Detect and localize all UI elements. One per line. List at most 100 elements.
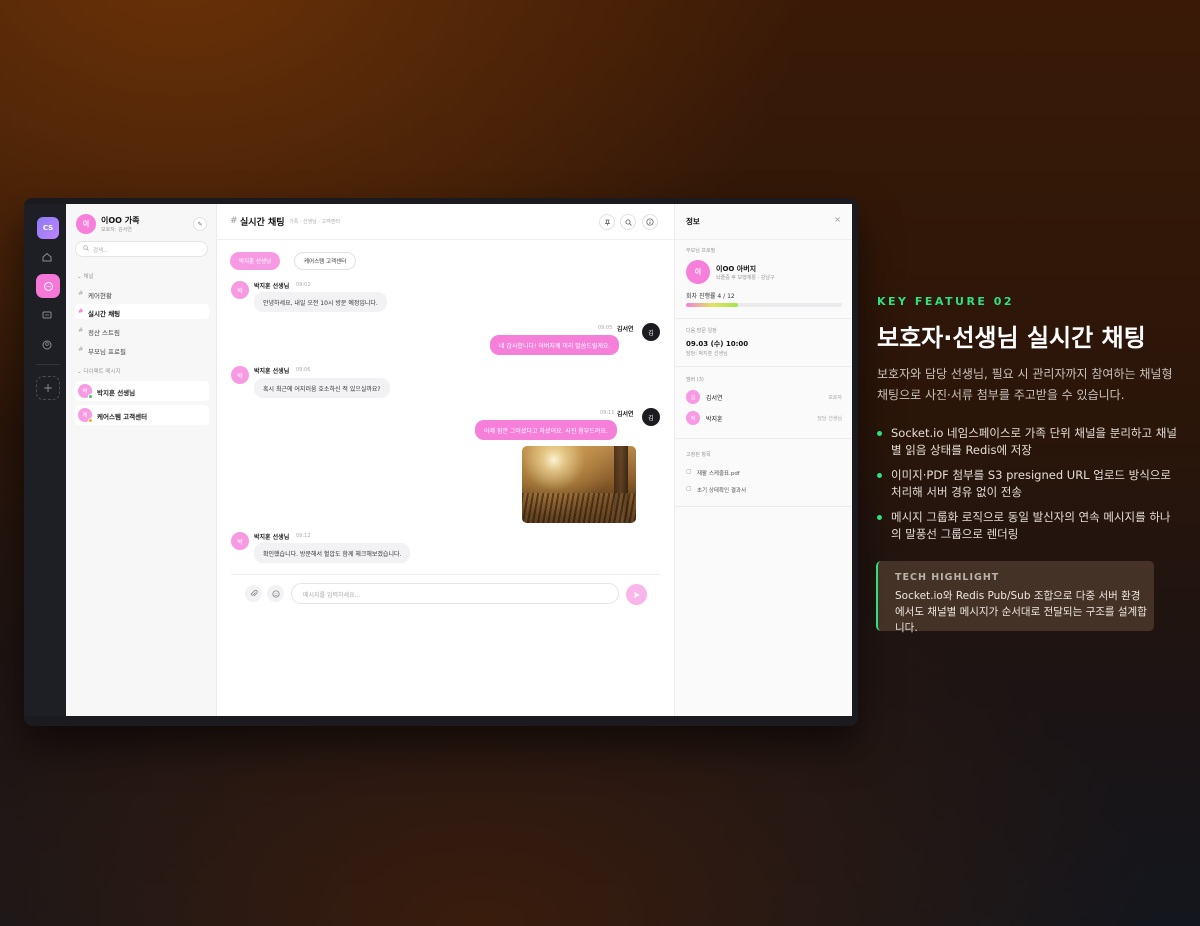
close-icon[interactable]: × bbox=[834, 215, 841, 224]
avatar[interactable]: 박 bbox=[231, 532, 249, 550]
add-workspace-button[interactable]: + bbox=[36, 376, 60, 400]
tech-highlight: TECH HIGHLIGHT Socket.io와 Redis Pub/Sub … bbox=[876, 561, 1154, 634]
info-panel: 정보 × 부모님 프로필 이 이OO 아버지 뇌졸중 후 보행재활 · 강남구 … bbox=[674, 204, 852, 716]
app-rail: CS + bbox=[24, 204, 66, 716]
avatar[interactable]: 김 bbox=[642, 408, 660, 426]
member-row[interactable]: 박 박지훈 담당 선생님 bbox=[686, 410, 842, 426]
files-label: 고정된 항목 bbox=[686, 452, 711, 458]
workspace-name: 이OO 가족 bbox=[101, 216, 140, 225]
member-name: 김서연 bbox=[706, 395, 723, 402]
breadcrumb: 가족 · 선생님 · 고객센터 bbox=[289, 219, 340, 225]
file-name: 재활 스케줄표.pdf bbox=[697, 471, 740, 477]
avatar: 김 bbox=[686, 390, 700, 404]
dm-label-text: 박지훈 선생님 bbox=[97, 389, 136, 397]
parent-avatar: 이 bbox=[686, 260, 710, 284]
message-bubble[interactable]: 네 감사합니다! 아버지께 미리 말씀드릴게요. bbox=[490, 335, 620, 355]
visit-datetime: 09.03 (수) 10:00 bbox=[686, 340, 749, 348]
pin-icon[interactable] bbox=[599, 214, 615, 230]
photo-grass bbox=[522, 493, 636, 523]
profile-icon[interactable] bbox=[40, 338, 54, 352]
dm-item-teacher[interactable]: 박 박지훈 선생님 bbox=[75, 381, 209, 401]
message-input[interactable]: 메시지를 입력하세요... bbox=[291, 583, 619, 604]
progress-fill bbox=[686, 303, 738, 307]
bullet-dot bbox=[877, 515, 882, 520]
sidebar-item-label: 케어현황 bbox=[88, 292, 112, 300]
home-icon[interactable] bbox=[40, 250, 54, 264]
message-time: 09:02 bbox=[296, 282, 311, 288]
info-icon[interactable] bbox=[642, 214, 658, 230]
app-logo[interactable]: CS bbox=[37, 217, 59, 239]
dm-label[interactable]: ⌄ 다이렉트 메시지 bbox=[77, 367, 121, 375]
feature-bullets: Socket.io 네임스페이스로 가족 단위 채널을 분리하고 채널별 읽음 … bbox=[877, 425, 1177, 551]
bullet-text: 이미지·PDF 첨부를 S3 presigned URL 업로드 방식으로 처리… bbox=[891, 468, 1171, 499]
pinned-file[interactable]: ▢ 초기 상태확인 결과서 bbox=[686, 484, 842, 496]
emoji-icon[interactable] bbox=[267, 585, 284, 602]
channels-label[interactable]: ⌄ 채널 bbox=[77, 272, 93, 280]
feature-description: 보호자와 담당 선생님, 필요 시 관리자까지 참여하는 채널형 채팅으로 사진… bbox=[877, 367, 1173, 402]
hash-icon: # bbox=[230, 216, 238, 226]
sidebar: 이 이OO 가족 보호자: 김서연 ✎ 검색... ⌄ 채널 # 케어현황 # 실시… bbox=[66, 204, 217, 716]
file-icon: ▢ bbox=[686, 485, 692, 492]
list-icon[interactable] bbox=[40, 308, 54, 322]
search-input[interactable]: 검색... bbox=[75, 241, 208, 257]
avatar[interactable]: 박 bbox=[231, 281, 249, 299]
message-placeholder: 메시지를 입력하세요... bbox=[303, 592, 361, 599]
photo-attachment[interactable] bbox=[522, 446, 636, 523]
bullet-text: Socket.io 네임스페이스로 가족 단위 채널을 분리하고 채널별 읽음 … bbox=[891, 426, 1177, 457]
message-time: 09:06 bbox=[296, 367, 311, 373]
search-icon bbox=[83, 245, 89, 253]
sidebar-item-parent-profile[interactable]: # 부모님 프로필 bbox=[75, 342, 209, 357]
parent-name: 이OO 아버지 bbox=[716, 265, 757, 273]
avatar: 박 bbox=[686, 411, 700, 425]
info-title: 정보 bbox=[686, 217, 700, 226]
participant-chip-support[interactable]: 케어스템 고객센터 bbox=[294, 252, 357, 270]
message-time: 09:11 bbox=[600, 410, 615, 416]
message-bubble[interactable]: 혹시 최근에 어지러움 호소하신 적 있으실까요? bbox=[254, 378, 390, 398]
message-sender: 김서연 bbox=[617, 326, 634, 333]
message-bubble[interactable]: 확인했습니다. 방문해서 혈압도 함께 체크해보겠습니다. bbox=[254, 543, 411, 563]
tech-label: TECH HIGHLIGHT bbox=[895, 572, 1000, 583]
sidebar-item-label: 실시간 채팅 bbox=[88, 310, 121, 318]
send-button[interactable] bbox=[626, 584, 647, 605]
feature-bullet: 메시지 그룹화 로직으로 동일 발신자의 연속 메시지를 하나의 말풍선 그룹으… bbox=[877, 509, 1177, 543]
members-label: 멤버 (3) bbox=[686, 377, 704, 383]
rail-divider bbox=[36, 364, 60, 365]
avatar[interactable]: 박 bbox=[231, 366, 249, 384]
profile-label: 부모님 프로필 bbox=[686, 248, 716, 254]
avatar[interactable]: 김 bbox=[642, 323, 660, 341]
member-role: 담당 선생님 bbox=[817, 416, 842, 422]
hash-icon: # bbox=[78, 345, 84, 353]
bullet-dot bbox=[877, 473, 882, 478]
member-name: 박지훈 bbox=[706, 416, 723, 423]
feature-bullet: Socket.io 네임스페이스로 가족 단위 채널을 분리하고 채널별 읽음 … bbox=[877, 425, 1177, 459]
search-icon[interactable] bbox=[620, 214, 636, 230]
progress-bar bbox=[686, 303, 842, 307]
message-sender: 박지훈 선생님 bbox=[254, 534, 290, 541]
parent-sub: 뇌졸중 후 보행재활 · 강남구 bbox=[716, 275, 775, 281]
dm-item-support[interactable]: 케 케어스템 고객센터 bbox=[75, 405, 209, 425]
sidebar-item-live-chat[interactable]: # 실시간 채팅 bbox=[75, 304, 209, 319]
hash-icon: # bbox=[78, 289, 84, 297]
sidebar-item-label: 부모님 프로필 bbox=[88, 348, 126, 356]
progress-text: 회차 진행률 4 / 12 bbox=[686, 293, 735, 300]
pinned-file[interactable]: ▢ 재활 스케줄표.pdf bbox=[686, 467, 842, 479]
member-role: 보호자 bbox=[828, 395, 842, 401]
message-bubble[interactable]: 어제 잠깐 그러셨다고 하셨어요. 사진 첨부드려요. bbox=[475, 420, 617, 440]
workspace-header[interactable]: 이 이OO 가족 보호자: 김서연 ✎ bbox=[76, 214, 207, 236]
chat-title: 실시간 채팅 bbox=[240, 218, 285, 228]
workspace-sub: 보호자: 김서연 bbox=[101, 227, 132, 233]
sidebar-item-settlement[interactable]: # 정산 스트림 bbox=[75, 323, 209, 338]
dm-label-text: 케어스템 고객센터 bbox=[97, 413, 148, 421]
edit-icon[interactable]: ✎ bbox=[193, 217, 207, 231]
sidebar-item-care-status[interactable]: # 케어현황 bbox=[75, 286, 209, 301]
message-bubble[interactable]: 안녕하세요, 내일 오전 10시 방문 예정입니다. bbox=[254, 292, 387, 312]
message-time: 09:12 bbox=[296, 533, 311, 539]
attach-icon[interactable] bbox=[245, 585, 262, 602]
bullet-text: 메시지 그룹화 로직으로 동일 발신자의 연속 메시지를 하나의 말풍선 그룹으… bbox=[891, 510, 1171, 541]
member-row[interactable]: 김 김서연 보호자 bbox=[686, 389, 842, 405]
chat-main: # 실시간 채팅 가족 · 선생님 · 고객센터 박지훈 선생님 케어스템 고객… bbox=[217, 204, 674, 716]
participant-chip-teacher[interactable]: 박지훈 선생님 bbox=[230, 252, 281, 270]
app-screen: 이 이OO 가족 보호자: 김서연 ✎ 검색... ⌄ 채널 # 케어현황 # 실시… bbox=[66, 204, 852, 716]
message-sender: 박지훈 선생님 bbox=[254, 283, 290, 290]
chat-icon[interactable] bbox=[36, 274, 60, 298]
